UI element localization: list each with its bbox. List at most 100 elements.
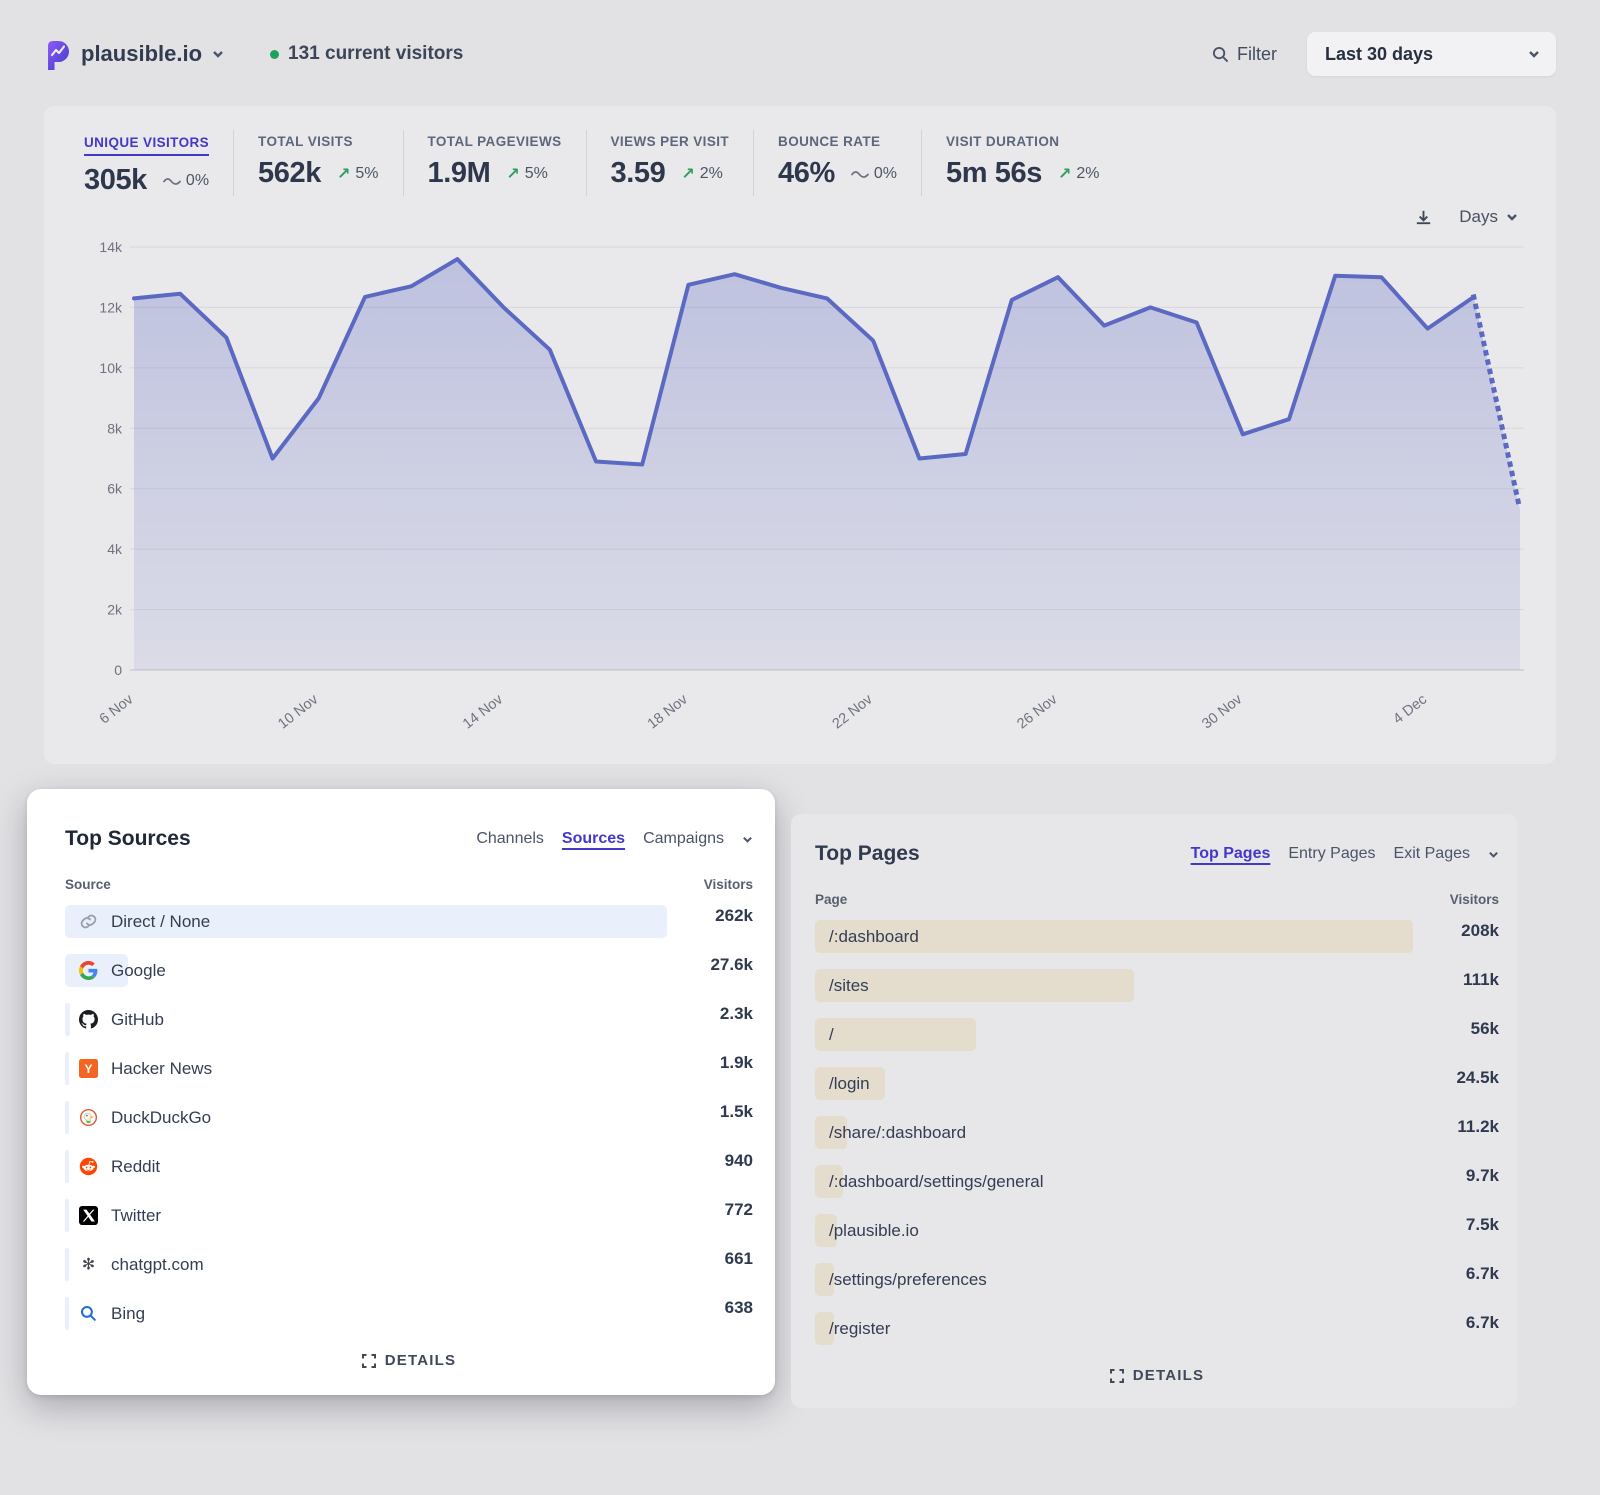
list-item[interactable]: Reddit940 [65,1150,753,1183]
plausible-logo-icon [44,39,71,70]
metric-views-per-visit[interactable]: VIEWS PER VISIT3.59↗2% [586,130,754,196]
row-label: Google [111,961,166,981]
row-link[interactable]: / [815,1018,1413,1051]
row-value: 56k [1413,1019,1499,1039]
interval-dropdown[interactable]: Days [1459,207,1518,227]
svg-text:4 Dec: 4 Dec [1390,692,1430,728]
pages-details-label: DETAILS [1133,1367,1204,1384]
list-item[interactable]: /:dashboard208k [815,920,1499,953]
row-link[interactable]: Google [65,954,667,987]
flat-trend-icon [851,169,869,179]
row-value: 6.7k [1413,1264,1499,1284]
current-visitors[interactable]: 131 current visitors [270,43,463,65]
metric-bounce-rate[interactable]: BOUNCE RATE46%0% [753,130,921,196]
download-icon[interactable] [1414,208,1433,227]
filter-button[interactable]: Filter [1212,44,1277,65]
sources-list: Direct / None262k Google27.6k GitHub 2.3k YH… [65,905,753,1330]
date-range-dropdown[interactable]: Last 30 days [1307,32,1556,76]
row-link[interactable]: ✻chatgpt.com [65,1248,667,1281]
list-item[interactable]: Twitter772 [65,1199,753,1232]
tab-top-pages[interactable]: Top Pages [1191,845,1271,863]
list-item[interactable]: GitHub 2.3k [65,1003,753,1036]
row-link[interactable]: /plausible.io [815,1214,1413,1247]
duckduckgo-icon [79,1108,98,1127]
row-label: /share/:dashboard [829,1123,966,1143]
row-value: 638 [667,1298,753,1318]
row-value: 262k [667,906,753,926]
row-value: 9.7k [1413,1166,1499,1186]
metric-label: TOTAL VISITS [258,134,378,149]
metric-total-visits[interactable]: TOTAL VISITS562k↗5% [233,130,402,196]
list-item[interactable]: /:dashboard/settings/general9.7k [815,1165,1499,1198]
row-link[interactable]: /:dashboard [815,920,1413,953]
row-link[interactable]: /sites [815,969,1413,1002]
row-label: chatgpt.com [111,1255,204,1275]
visitors-chart[interactable]: 02k4k6k8k10k12k14k6 Nov10 Nov14 Nov18 No… [78,229,1524,745]
list-item[interactable]: YHacker News1.9k [65,1052,753,1085]
tab-exit-pages[interactable]: Exit Pages [1394,845,1470,863]
pages-details-button[interactable]: DETAILS [815,1367,1499,1384]
tab-entry-pages[interactable]: Entry Pages [1288,845,1375,863]
row-value: 772 [667,1200,753,1220]
site-switcher[interactable]: plausible.io [44,39,224,70]
chevron-down-icon[interactable] [1488,849,1499,860]
row-label: GitHub [111,1010,164,1030]
row-link[interactable]: GitHub [65,1003,667,1036]
row-link[interactable]: Reddit [65,1150,667,1183]
chevron-down-icon[interactable] [742,834,753,845]
top-pages-panel: Top Pages Top PagesEntry PagesExit Pages… [791,814,1517,1408]
row-link[interactable]: Twitter [65,1199,667,1232]
row-link[interactable]: Direct / None [65,905,667,938]
list-item[interactable]: ✻chatgpt.com661 [65,1248,753,1281]
metric-unique-visitors[interactable]: UNIQUE VISITORS305k0% [78,130,233,203]
row-link[interactable]: Bing [65,1297,667,1330]
row-link[interactable]: /share/:dashboard [815,1116,1413,1149]
metric-change: ↗2% [1058,164,1100,184]
sources-details-button[interactable]: DETAILS [65,1352,753,1369]
metric-label: UNIQUE VISITORS [84,135,209,156]
pages-list: /:dashboard208k/sites111k/56k/login24.5k… [815,920,1499,1345]
github-icon [79,1010,98,1029]
list-item[interactable]: /settings/preferences6.7k [815,1263,1499,1296]
list-item[interactable]: /plausible.io7.5k [815,1214,1499,1247]
row-link[interactable]: DuckDuckGo [65,1101,667,1134]
google-icon [79,961,98,980]
svg-text:6k: 6k [107,481,123,497]
metric-total-pageviews[interactable]: TOTAL PAGEVIEWS1.9M↗5% [403,130,586,196]
row-link[interactable]: /register [815,1312,1413,1345]
metric-value: 1.9M [428,157,491,190]
list-item[interactable]: Google27.6k [65,954,753,987]
tab-campaigns[interactable]: Campaigns [643,830,724,848]
row-value: 2.3k [667,1004,753,1024]
row-link[interactable]: /settings/preferences [815,1263,1413,1296]
metric-visit-duration[interactable]: VISIT DURATION5m 56s↗2% [921,130,1124,196]
row-link[interactable]: /:dashboard/settings/general [815,1165,1413,1198]
svg-text:4k: 4k [107,541,123,557]
column-header-visitors: Visitors [1450,892,1499,907]
list-item[interactable]: /login24.5k [815,1067,1499,1100]
column-header-source: Source [65,877,111,892]
svg-text:18 Nov: 18 Nov [645,691,692,732]
list-item[interactable]: DuckDuckGo1.5k [65,1101,753,1134]
chevron-down-icon [1506,211,1518,223]
row-value: 111k [1413,970,1499,990]
list-item[interactable]: /share/:dashboard11.2k [815,1116,1499,1149]
reddit-icon [79,1157,98,1176]
filter-label: Filter [1237,44,1277,65]
list-item[interactable]: Bing638 [65,1297,753,1330]
row-value: 6.7k [1413,1313,1499,1333]
row-value: 24.5k [1413,1068,1499,1088]
list-item[interactable]: /sites111k [815,969,1499,1002]
metric-value: 305k [84,164,147,197]
list-item[interactable]: /56k [815,1018,1499,1051]
flat-trend-icon [163,176,181,186]
stats-bar: UNIQUE VISITORS305k0%TOTAL VISITS562k↗5%… [78,130,1522,203]
list-item[interactable]: Direct / None262k [65,905,753,938]
list-item[interactable]: /register6.7k [815,1312,1499,1345]
row-link[interactable]: /login [815,1067,1413,1100]
metric-label: BOUNCE RATE [778,134,897,149]
tab-sources[interactable]: Sources [562,830,625,848]
hackernews-icon: Y [79,1059,98,1078]
tab-channels[interactable]: Channels [476,830,544,848]
row-link[interactable]: YHacker News [65,1052,667,1085]
